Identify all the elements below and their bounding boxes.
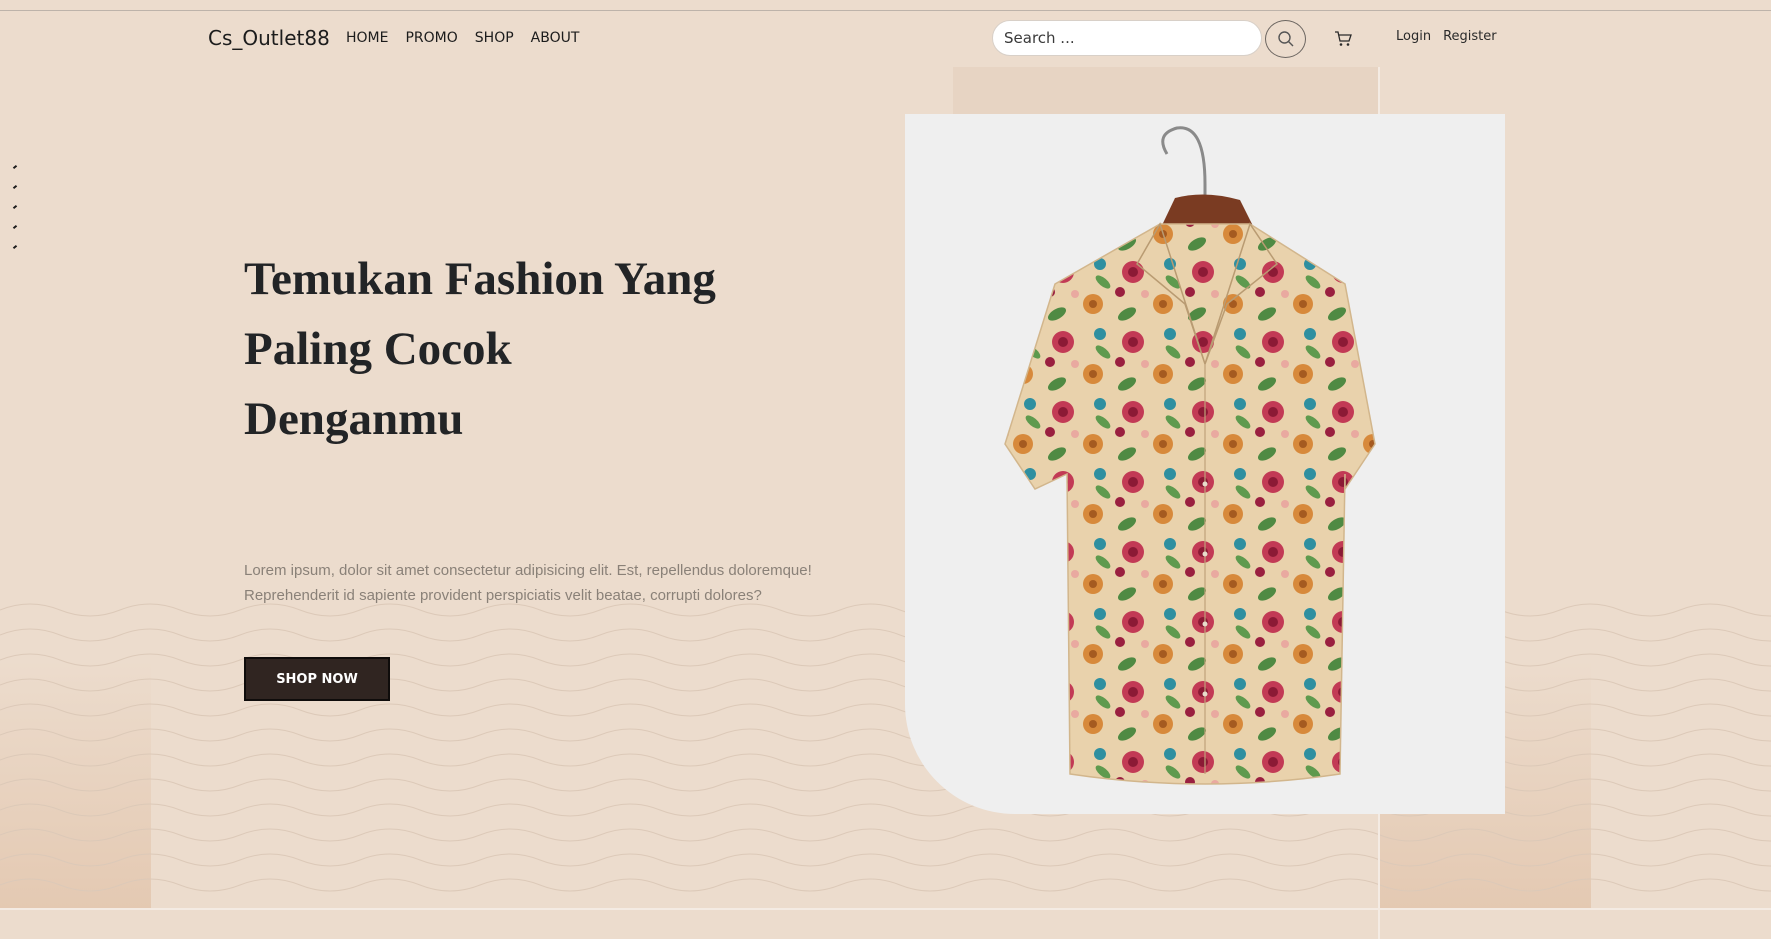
hero-title-line: Paling Cocok bbox=[244, 323, 512, 375]
nav-home[interactable]: HOME bbox=[346, 30, 388, 46]
register-link[interactable]: Register bbox=[1443, 29, 1497, 44]
search-icon bbox=[1277, 31, 1293, 47]
cart-icon[interactable] bbox=[1334, 30, 1352, 48]
hero-title: Temukan Fashion Yang Paling Cocok Dengan… bbox=[244, 244, 804, 454]
shop-now-button[interactable]: SHOP NOW bbox=[244, 657, 390, 701]
nav-shop[interactable]: SHOP bbox=[475, 30, 514, 46]
nav-menu: HOME PROMO SHOP ABOUT bbox=[346, 30, 579, 46]
product-image-card bbox=[905, 114, 1505, 814]
slide-indicator[interactable] bbox=[12, 224, 18, 230]
hero-description-line: Lorem ipsum, dolor sit amet consectetur … bbox=[244, 562, 812, 579]
login-link[interactable]: Login bbox=[1396, 29, 1431, 44]
bg-block-top bbox=[953, 67, 1378, 115]
slide-indicators bbox=[12, 164, 18, 266]
navbar: Cs_Outlet88 HOME PROMO SHOP ABOUT Login … bbox=[0, 0, 1771, 70]
search-input[interactable] bbox=[992, 20, 1262, 56]
slide-indicator[interactable] bbox=[12, 184, 18, 190]
nav-promo[interactable]: PROMO bbox=[405, 30, 457, 46]
hero-description-line: Reprehenderit id sapiente provident pers… bbox=[244, 587, 762, 604]
hero-title-line: Temukan Fashion Yang bbox=[244, 253, 716, 305]
slide-indicator[interactable] bbox=[12, 204, 18, 210]
hero-description: Lorem ipsum, dolor sit amet consectetur … bbox=[244, 558, 844, 608]
hero-title-line: Denganmu bbox=[244, 393, 464, 445]
brand-logo[interactable]: Cs_Outlet88 bbox=[208, 26, 330, 50]
search-button[interactable] bbox=[1265, 20, 1306, 58]
auth-links: Login Register bbox=[1396, 29, 1497, 44]
slide-indicator[interactable] bbox=[12, 244, 18, 250]
bottom-divider-line bbox=[0, 908, 1771, 910]
slide-indicator[interactable] bbox=[12, 164, 18, 170]
nav-about[interactable]: ABOUT bbox=[531, 30, 580, 46]
wave-pattern bbox=[0, 603, 1771, 892]
floral-shirt-image bbox=[1004, 126, 1376, 785]
